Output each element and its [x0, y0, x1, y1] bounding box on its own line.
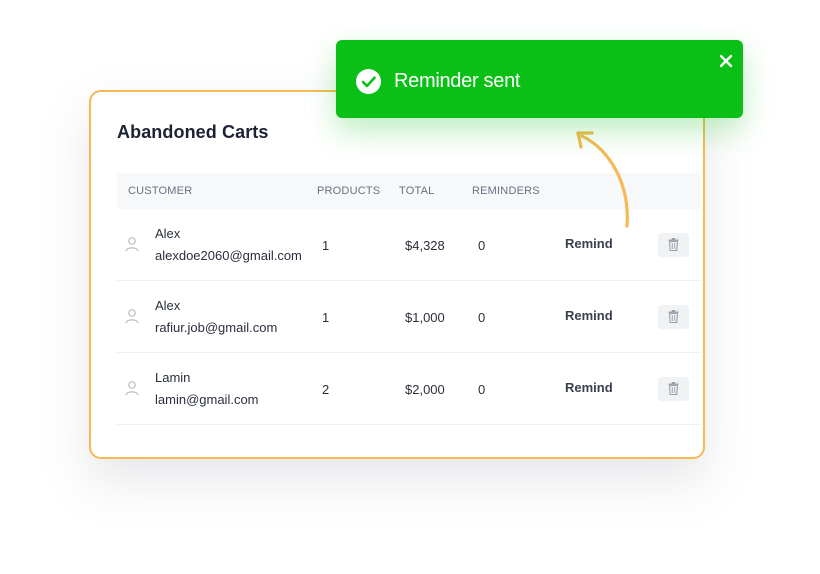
reminders-count: 0	[478, 382, 486, 397]
products-count: 1	[322, 238, 330, 253]
customer-name: Alex	[155, 298, 181, 313]
delete-button[interactable]	[658, 377, 689, 401]
close-icon[interactable]	[718, 53, 734, 69]
column-header-customer: CUSTOMER	[128, 185, 193, 197]
remind-button[interactable]: Remind	[565, 378, 613, 398]
reminders-count: 0	[478, 310, 486, 325]
toast-message: Reminder sent	[394, 70, 521, 92]
trash-icon	[668, 238, 679, 251]
products-count: 2	[322, 382, 330, 397]
user-icon	[125, 309, 139, 324]
cart-total: $2,000	[405, 382, 445, 397]
check-circle-icon	[356, 69, 381, 94]
delete-button[interactable]	[658, 305, 689, 329]
column-header-total: TOTAL	[399, 185, 435, 197]
delete-button[interactable]	[658, 233, 689, 257]
table-row: Alex rafiur.job@gmail.com 1 $1,000 0 Rem…	[117, 281, 701, 353]
customer-name: Lamin	[155, 370, 191, 385]
products-count: 1	[322, 310, 330, 325]
card-title: Abandoned Carts	[117, 122, 269, 142]
cart-total: $4,328	[405, 238, 445, 253]
customer-email: rafiur.job@gmail.com	[155, 320, 278, 335]
reminders-count: 0	[478, 238, 486, 253]
cart-total: $1,000	[405, 310, 445, 325]
toast-notification: Reminder sent	[336, 40, 743, 118]
user-icon	[125, 381, 139, 396]
customer-email: lamin@gmail.com	[155, 392, 259, 407]
customer-name: Alex	[155, 226, 181, 241]
arrow-annotation	[576, 131, 629, 228]
trash-icon	[668, 382, 679, 395]
column-header-reminders: REMINDERS	[472, 185, 540, 197]
remind-button[interactable]: Remind	[565, 234, 613, 254]
remind-button[interactable]: Remind	[565, 306, 613, 326]
customer-email: alexdoe2060@gmail.com	[155, 248, 302, 263]
column-header-products: PRODUCTS	[317, 185, 381, 197]
trash-icon	[668, 310, 679, 323]
user-icon	[125, 237, 139, 252]
table-row: Lamin lamin@gmail.com 2 $2,000 0 Remind	[117, 353, 701, 425]
